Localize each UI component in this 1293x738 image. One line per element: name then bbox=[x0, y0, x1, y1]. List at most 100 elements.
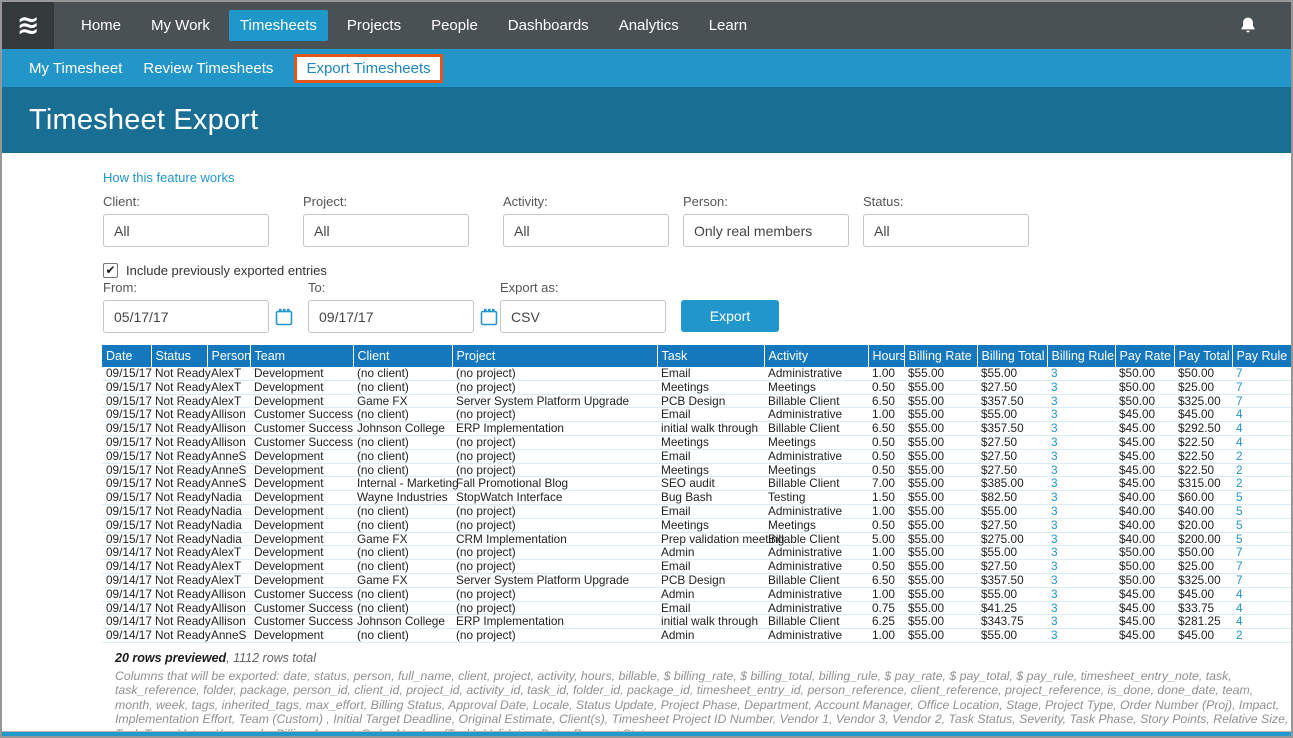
cell-client: Game FX bbox=[353, 573, 452, 587]
billing-rule-link[interactable]: 3 bbox=[1047, 573, 1115, 587]
billing-rule-link[interactable]: 3 bbox=[1047, 546, 1115, 560]
pay-rule-link[interactable]: 5 bbox=[1232, 504, 1293, 518]
cell-billing-rate: $55.00 bbox=[904, 587, 977, 601]
cell-billing-total: $27.50 bbox=[977, 560, 1047, 574]
pay-rule-link[interactable]: 5 bbox=[1232, 491, 1293, 505]
cell-activity: Administrative bbox=[764, 408, 868, 422]
cell-activity: Billable Client bbox=[764, 573, 868, 587]
subnav-item-review-timesheets[interactable]: Review Timesheets bbox=[143, 60, 273, 77]
billing-rule-link[interactable]: 3 bbox=[1047, 532, 1115, 546]
nav-item-people[interactable]: People bbox=[420, 10, 489, 41]
cell-billing-total: $27.50 bbox=[977, 449, 1047, 463]
table-row: 09/14/17Not ReadyAlexTDevelopment(no cli… bbox=[102, 546, 1293, 560]
cell-date: 09/14/17 bbox=[102, 615, 151, 629]
pay-rule-link[interactable]: 2 bbox=[1232, 463, 1293, 477]
billing-rule-link[interactable]: 3 bbox=[1047, 629, 1115, 643]
cell-billing-total: $27.50 bbox=[977, 463, 1047, 477]
billing-rule-link[interactable]: 3 bbox=[1047, 518, 1115, 532]
column-header-project: Project bbox=[452, 345, 657, 367]
billing-rule-link[interactable]: 3 bbox=[1047, 615, 1115, 629]
column-header-billing-rate: Billing Rate bbox=[904, 345, 977, 367]
cell-team: Development bbox=[250, 449, 353, 463]
billing-rule-link[interactable]: 3 bbox=[1047, 504, 1115, 518]
pay-rule-link[interactable]: 7 bbox=[1232, 380, 1293, 394]
notification-bell-icon[interactable] bbox=[1238, 15, 1258, 37]
billing-rule-link[interactable]: 3 bbox=[1047, 367, 1115, 380]
person-filter-input[interactable] bbox=[683, 214, 849, 247]
table-footer: 20 rows previewed, 1112 rows total Colum… bbox=[115, 651, 1292, 738]
cell-date: 09/15/17 bbox=[102, 367, 151, 380]
export-button[interactable]: Export bbox=[681, 300, 779, 332]
calendar-icon[interactable] bbox=[480, 308, 498, 326]
subnav-item-export-timesheets[interactable]: Export Timesheets bbox=[294, 54, 442, 83]
pay-rule-link[interactable]: 5 bbox=[1232, 518, 1293, 532]
nav-item-timesheets[interactable]: Timesheets bbox=[229, 10, 328, 41]
pay-rule-link[interactable]: 2 bbox=[1232, 449, 1293, 463]
cell-project: ERP Implementation bbox=[452, 615, 657, 629]
cell-billing-rate: $55.00 bbox=[904, 546, 977, 560]
cell-billing-total: $55.00 bbox=[977, 408, 1047, 422]
billing-rule-link[interactable]: 3 bbox=[1047, 491, 1115, 505]
nav-item-analytics[interactable]: Analytics bbox=[608, 10, 690, 41]
cell-pay-total: $50.00 bbox=[1174, 546, 1232, 560]
billing-rule-link[interactable]: 3 bbox=[1047, 408, 1115, 422]
pay-rule-link[interactable]: 7 bbox=[1232, 394, 1293, 408]
billing-rule-link[interactable]: 3 bbox=[1047, 463, 1115, 477]
to-date-input[interactable] bbox=[308, 300, 474, 333]
pay-rule-link[interactable]: 4 bbox=[1232, 587, 1293, 601]
pay-rule-link[interactable]: 7 bbox=[1232, 367, 1293, 380]
billing-rule-link[interactable]: 3 bbox=[1047, 380, 1115, 394]
billing-rule-link[interactable]: 3 bbox=[1047, 601, 1115, 615]
cell-person: Allison bbox=[207, 587, 250, 601]
cell-status: Not Ready bbox=[151, 394, 207, 408]
nav-item-projects[interactable]: Projects bbox=[336, 10, 412, 41]
billing-rule-link[interactable]: 3 bbox=[1047, 394, 1115, 408]
pay-rule-link[interactable]: 4 bbox=[1232, 435, 1293, 449]
cell-team: Customer Success bbox=[250, 435, 353, 449]
billing-rule-link[interactable]: 3 bbox=[1047, 435, 1115, 449]
cell-pay-total: $40.00 bbox=[1174, 504, 1232, 518]
pay-rule-link[interactable]: 7 bbox=[1232, 546, 1293, 560]
nav-item-my-work[interactable]: My Work bbox=[140, 10, 221, 41]
billing-rule-link[interactable]: 3 bbox=[1047, 477, 1115, 491]
table-row: 09/15/17Not ReadyNadiaDevelopment(no cli… bbox=[102, 504, 1293, 518]
cell-task: Meetings bbox=[657, 518, 764, 532]
project-filter-input[interactable] bbox=[303, 214, 469, 247]
cell-pay-total: $22.50 bbox=[1174, 463, 1232, 477]
help-link[interactable]: How this feature works bbox=[103, 170, 235, 185]
cell-client: Internal - Marketing bbox=[353, 477, 452, 491]
cell-date: 09/15/17 bbox=[102, 477, 151, 491]
include-exported-checkbox[interactable]: ✔ bbox=[103, 263, 118, 278]
column-header-billing-total: Billing Total bbox=[977, 345, 1047, 367]
subnav-item-my-timesheet[interactable]: My Timesheet bbox=[29, 60, 122, 77]
pay-rule-link[interactable]: 2 bbox=[1232, 629, 1293, 643]
pay-rule-link[interactable]: 4 bbox=[1232, 601, 1293, 615]
status-filter-input[interactable] bbox=[863, 214, 1029, 247]
from-date-input[interactable] bbox=[103, 300, 269, 333]
pay-rule-link[interactable]: 7 bbox=[1232, 560, 1293, 574]
pay-rule-link[interactable]: 4 bbox=[1232, 422, 1293, 436]
cell-status: Not Ready bbox=[151, 601, 207, 615]
nav-item-dashboards[interactable]: Dashboards bbox=[497, 10, 600, 41]
pay-rule-link[interactable]: 7 bbox=[1232, 573, 1293, 587]
pay-rule-link[interactable]: 5 bbox=[1232, 532, 1293, 546]
liquidplanner-waves-icon[interactable]: ≋ bbox=[2, 2, 54, 49]
nav-item-home[interactable]: Home bbox=[70, 10, 132, 41]
cell-billing-rate: $55.00 bbox=[904, 422, 977, 436]
cell-client: (no client) bbox=[353, 518, 452, 532]
cell-pay-total: $325.00 bbox=[1174, 394, 1232, 408]
nav-item-learn[interactable]: Learn bbox=[698, 10, 758, 41]
pay-rule-link[interactable]: 4 bbox=[1232, 615, 1293, 629]
client-filter-input[interactable] bbox=[103, 214, 269, 247]
pay-rule-link[interactable]: 2 bbox=[1232, 477, 1293, 491]
billing-rule-link[interactable]: 3 bbox=[1047, 560, 1115, 574]
cell-date: 09/15/17 bbox=[102, 394, 151, 408]
calendar-icon[interactable] bbox=[275, 308, 293, 326]
billing-rule-link[interactable]: 3 bbox=[1047, 449, 1115, 463]
activity-filter-input[interactable] bbox=[503, 214, 669, 247]
billing-rule-link[interactable]: 3 bbox=[1047, 587, 1115, 601]
cell-status: Not Ready bbox=[151, 422, 207, 436]
billing-rule-link[interactable]: 3 bbox=[1047, 422, 1115, 436]
pay-rule-link[interactable]: 4 bbox=[1232, 408, 1293, 422]
export-format-input[interactable] bbox=[500, 300, 666, 333]
